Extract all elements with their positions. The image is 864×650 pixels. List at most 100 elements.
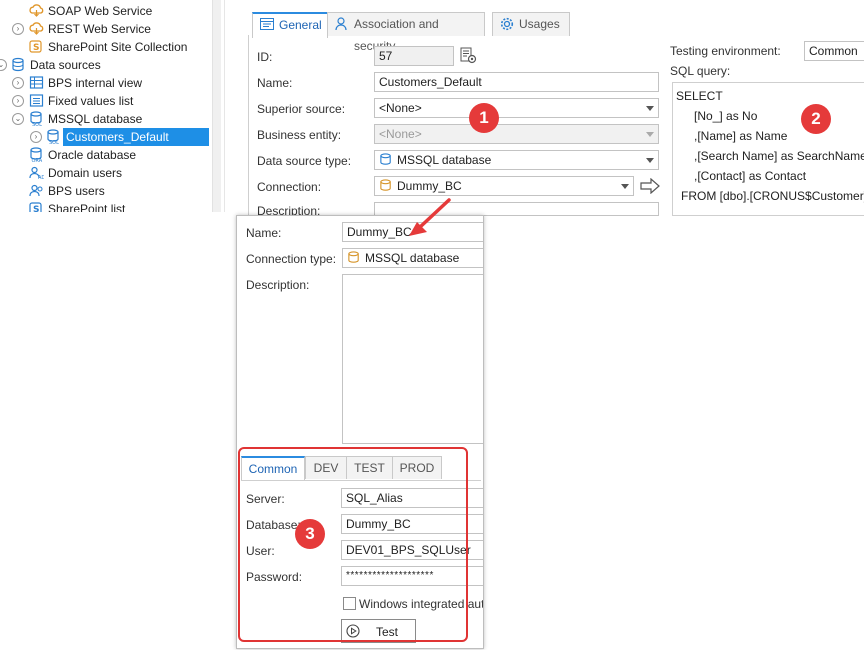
users-icon — [29, 183, 44, 198]
mssql-database-icon: SQL — [29, 111, 44, 128]
tree-item-label: BPS users — [48, 184, 105, 198]
expand-icon[interactable]: › — [12, 23, 24, 35]
annotation-badge-1: 1 — [469, 103, 499, 133]
go-to-connection-arrow-icon[interactable] — [640, 177, 660, 197]
tree-item-label: SOAP Web Service — [48, 4, 153, 18]
svg-text:ORA: ORA — [32, 158, 43, 162]
tree-item-sharepoint-list[interactable]: S SharePoint list — [0, 200, 210, 212]
superior-source-label: Superior source: — [257, 102, 346, 116]
connection-type-select[interactable]: MSSQL database — [342, 248, 483, 268]
connection-name-label: Name: — [246, 226, 282, 240]
tab-association-and-security[interactable]: Association and security — [327, 12, 485, 53]
database-icon — [11, 57, 26, 72]
tree-item-customers-default[interactable]: › SQL Customers_Default — [0, 127, 210, 147]
connection-select[interactable]: Dummy_BC — [374, 176, 634, 196]
superior-source-select[interactable]: <None> — [374, 98, 659, 118]
testing-environment-label: Testing environment: — [670, 44, 781, 58]
user-lock-icon — [335, 17, 347, 31]
data-source-properties-panel: General Association and security Usages … — [244, 0, 864, 218]
gear-icon — [500, 17, 514, 31]
svg-text:AD: AD — [38, 175, 44, 180]
tree-item-rest-web-service[interactable]: › REST Web Service — [0, 20, 210, 38]
tree-item-sharepoint-site-collection[interactable]: S SharePoint Site Collection — [0, 38, 210, 56]
name-field[interactable]: Customers_Default — [374, 72, 659, 92]
annotation-badge-2: 2 — [801, 104, 831, 134]
connection-description-field[interactable] — [342, 274, 483, 444]
tree-item-label: BPS internal view — [48, 76, 143, 90]
data-source-type-value: MSSQL database — [397, 153, 492, 167]
business-entity-value: <None> — [379, 127, 422, 141]
highlight-rectangle — [238, 447, 468, 642]
tree-item-label: Customers_Default — [62, 127, 210, 147]
tree-item-oracle-database[interactable]: ORA Oracle database — [0, 146, 210, 164]
tree-item-domain-users[interactable]: AD Domain users — [0, 164, 210, 182]
chevron-down-icon — [646, 158, 654, 163]
tree-item-label: Data sources — [30, 58, 101, 72]
mssql-database-icon — [379, 153, 393, 169]
connection-description-label: Description: — [246, 278, 310, 292]
form-icon — [260, 18, 274, 30]
tree-item-label: Domain users — [48, 166, 123, 180]
connection-type-label: Connection type: — [246, 252, 337, 266]
sharepoint-icon: S — [29, 201, 44, 212]
tree-item-label: REST Web Service — [48, 22, 151, 36]
id-label: ID: — [257, 50, 273, 64]
tab-label: General — [279, 18, 322, 32]
connection-value: Dummy_BC — [397, 179, 462, 193]
connection-label: Connection: — [257, 180, 322, 194]
sharepoint-icon: S — [29, 39, 44, 54]
connection-database-icon — [347, 251, 361, 267]
oracle-database-icon: ORA — [29, 147, 44, 164]
sql-line: [No_] as No — [694, 109, 758, 123]
testing-environment-select[interactable]: Common — [804, 41, 864, 61]
tab-usages[interactable]: Usages — [492, 12, 570, 36]
chevron-down-icon — [621, 184, 629, 189]
name-label: Name: — [257, 76, 293, 90]
tree-item-bps-users[interactable]: BPS users — [0, 182, 210, 200]
tree-item-data-sources[interactable]: ⌄ Data sources — [0, 56, 210, 74]
expand-icon[interactable]: › — [12, 77, 24, 89]
table-view-icon — [29, 75, 44, 90]
connection-database-icon — [379, 179, 393, 195]
svg-text:S: S — [33, 205, 39, 212]
data-source-type-label: Data source type: — [257, 154, 352, 168]
tree-item-label: SharePoint list — [48, 202, 126, 212]
superior-source-value: <None> — [379, 101, 422, 115]
sql-line: ,[Search Name] as SearchName — [694, 149, 864, 163]
data-sources-tree: SOAP Web Service › REST Web Service S Sh… — [0, 0, 212, 212]
business-entity-select: <None> — [374, 124, 659, 144]
tab-label: Usages — [519, 17, 560, 31]
business-entity-label: Business entity: — [257, 128, 342, 142]
list-icon — [29, 93, 44, 108]
chevron-down-icon — [646, 106, 654, 111]
users-icon: AD — [29, 165, 45, 181]
tree-item-label: Fixed values list — [48, 94, 134, 108]
cloud-web-service-icon — [29, 3, 44, 18]
splitter[interactable] — [224, 0, 225, 212]
expand-icon[interactable]: › — [30, 131, 42, 143]
svg-text:SQL: SQL — [49, 140, 59, 144]
sql-query-editor[interactable]: SELECT [No_] as No ,[Name] as Name ,[Sea… — [672, 82, 864, 216]
tree-item-mssql-database[interactable]: ⌄ SQL MSSQL database — [0, 110, 210, 128]
sql-icon: SQL — [46, 129, 61, 146]
tree-item-label: MSSQL database — [48, 112, 143, 126]
sql-query-label: SQL query: — [670, 64, 731, 78]
settings-search-icon[interactable] — [460, 47, 478, 68]
tree-item-fixed-values-list[interactable]: › Fixed values list — [0, 92, 210, 110]
svg-text:S: S — [33, 43, 39, 53]
expand-icon[interactable]: › — [12, 95, 24, 107]
chevron-down-icon — [646, 132, 654, 137]
tree-scrollbar[interactable] — [212, 0, 221, 212]
tree-item-soap-web-service[interactable]: SOAP Web Service — [0, 2, 210, 20]
svg-text:SQL: SQL — [32, 122, 42, 126]
annotation-arrow-icon — [409, 198, 451, 236]
sql-line: ,[Name] as Name — [694, 129, 788, 143]
connection-type-value: MSSQL database — [365, 251, 460, 265]
sql-line: ,[Contact] as Contact — [694, 169, 807, 183]
collapse-icon[interactable]: ⌄ — [12, 113, 24, 125]
collapse-icon[interactable]: ⌄ — [0, 59, 7, 71]
data-source-type-select[interactable]: MSSQL database — [374, 150, 659, 170]
id-field: 57 — [374, 46, 454, 66]
cloud-web-service-icon — [29, 21, 44, 36]
tree-item-bps-internal-view[interactable]: › BPS internal view — [0, 74, 210, 92]
